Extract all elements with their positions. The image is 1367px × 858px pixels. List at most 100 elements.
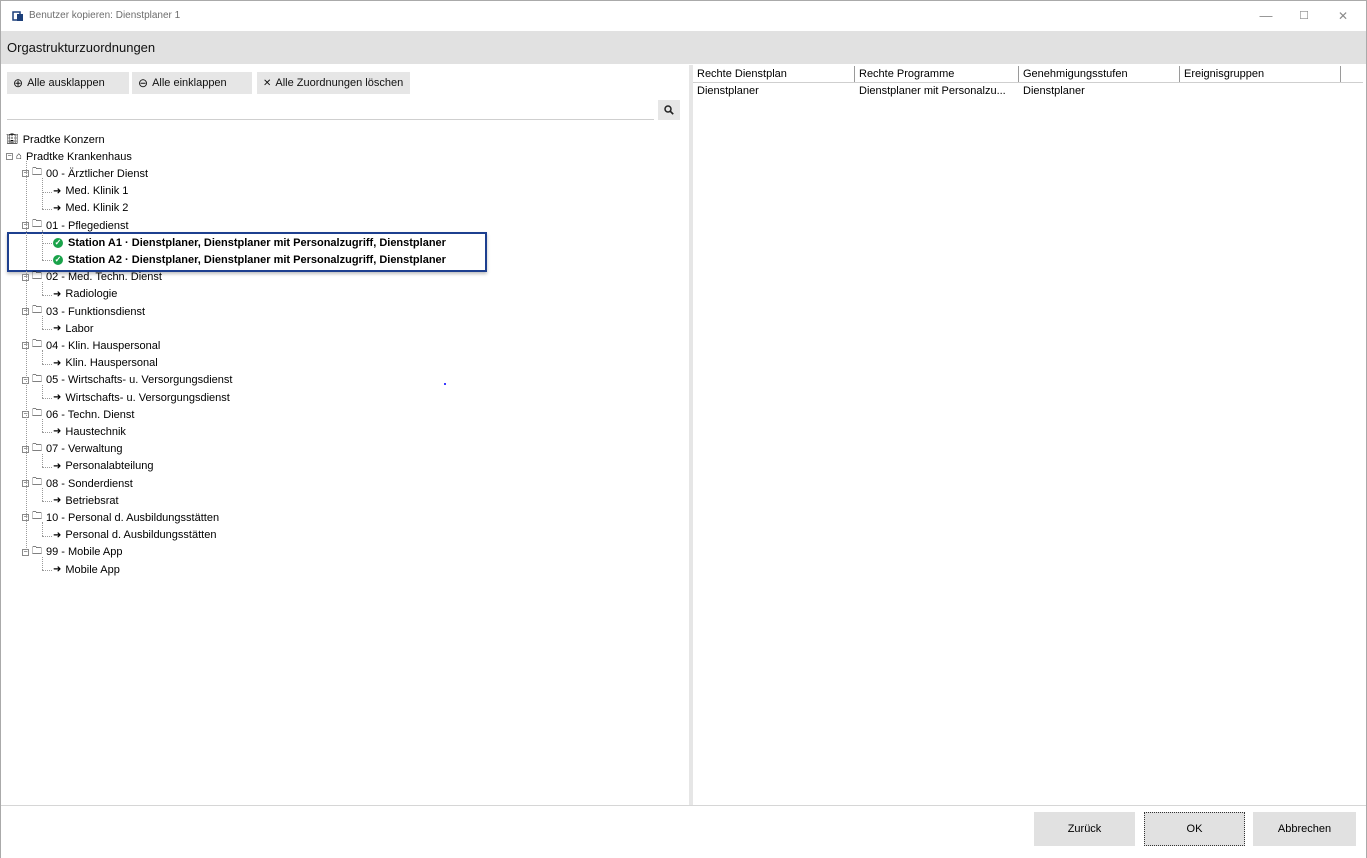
tree-node-group[interactable]: − 🗀︎ 00 - Ärztlicher Dienst [22,165,148,182]
tree-node-leaf[interactable]: ➜ Haustechnik [53,423,126,440]
arrow-right-icon: ➜ [53,392,62,403]
collapse-toggle[interactable]: − [6,153,13,161]
tree-node-group[interactable]: − 🗀︎ 05 - Wirtschafts- u. Versorgungsdiens… [22,372,232,389]
expand-all-label: Alle ausklappen [27,77,105,89]
tree-node-group[interactable]: − 🗀︎ 07 - Verwaltung [22,441,122,458]
table-cell: Dienstplaner [1023,85,1085,97]
col-ereignisgruppen[interactable]: Ereignisgruppen [1180,66,1341,82]
tree-connector [42,466,52,468]
folder-icon: 🗀︎ [32,511,42,523]
arrow-right-icon: ➜ [53,357,62,369]
tree-node-group[interactable]: − 🗀︎ 99 - Mobile App [22,544,122,561]
tree-node-leaf[interactable]: ➜ Med. Klinik 1 [53,183,128,200]
tree-node-label: Station A1 · Dienstplaner, Dienstplaner … [68,236,446,249]
tree-node-hospital[interactable]: − ⌂ Pradtke Krankenhaus [6,148,132,165]
arrow-right-icon: ➜ [53,323,62,335]
tree-node-leaf[interactable]: ✓ Station A2 · Dienstplaner, Dienstplaner… [53,251,446,268]
clear-assignments-label: Alle Zuordnungen löschen [275,77,404,89]
tree-connector [42,419,43,433]
tree-node-label: 04 - Klin. Hauspersonal [46,339,161,352]
tree-node-group[interactable]: − 🗀︎ 03 - Funktionsdienst [22,303,145,320]
section-title: Orgastrukturzuordnungen [7,40,156,55]
back-button[interactable]: Zurück [1034,812,1135,846]
tree-node-group[interactable]: − 🗀︎ 06 - Techn. Dienst [22,406,134,423]
tree-node-label: Radiologie [65,288,118,301]
rights-grid: Rechte Dienstplan Rechte Programme Geneh… [693,65,1366,805]
minimize-button[interactable]: — [1246,1,1286,31]
expand-all-button[interactable]: ⊕ Alle ausklappen [7,72,129,94]
maximize-button[interactable]: ☐ [1284,1,1324,31]
plus-circle-icon: ⊕ [13,76,24,90]
tree-node-leaf[interactable]: ➜ Labor [53,320,94,337]
tree-node-group[interactable]: − 🗀︎ 10 - Personal d. Ausbildungsstätten [22,509,219,526]
tree-node-leaf[interactable]: ➜ Personalabteilung [53,458,153,475]
tree-node-label: 00 - Ärztlicher Dienst [46,167,149,180]
close-button[interactable]: ✕ [1323,1,1363,31]
tree-node-label: Pradtke Konzern [22,133,105,146]
tree-connector [42,488,43,502]
tree-connector [42,281,43,295]
tree-node-leaf[interactable]: ➜ Klin. Hauspersonal [53,355,158,372]
tree-connector [42,294,52,296]
tree-node-label: 01 - Pflegedienst [46,219,129,232]
building-icon: 🏢︎ [6,134,19,145]
search-button[interactable] [658,100,680,120]
clear-assignments-button[interactable]: ✕ Alle Zuordnungen löschen [257,72,410,94]
tree-node-label: 99 - Mobile App [46,546,123,559]
collapse-all-button[interactable]: ⊖ Alle einklappen [132,72,252,94]
tree-node-label: 02 - Med. Techn. Dienst [46,271,162,284]
tree-connector [42,230,43,261]
tree-node-leaf[interactable]: ➜ Personal d. Ausbildungsstätten [53,527,216,544]
tree-node-label: 03 - Funktionsdienst [46,305,146,318]
grid-header: Rechte Dienstplan Rechte Programme Geneh… [693,66,1363,83]
tree-connector [42,243,52,245]
tree-node-leaf[interactable]: ➜ Mobile App [53,561,120,578]
col-rechte-programme[interactable]: Rechte Programme [855,66,1019,82]
collapse-toggle[interactable]: − [22,548,29,556]
folder-icon: 🗀︎ [32,219,42,230]
minus-circle-icon: ⊖ [138,76,149,90]
dialog-window: Benutzer kopieren: Dienstplaner 1 — ☐ ✕ … [0,0,1367,858]
check-icon: ✓ [53,237,63,248]
search-input[interactable] [7,119,654,120]
tree-node-label: 07 - Verwaltung [46,443,123,456]
tree-node-label: Personalabteilung [65,460,154,473]
ok-button[interactable]: OK [1144,812,1245,846]
tree-connector [42,363,52,365]
folder-icon: 🗀︎ [32,442,42,454]
tree-node-label: Pradtke Krankenhaus [26,150,132,163]
folder-icon: 🗀︎ [32,167,42,179]
tree-node-label: Labor [65,322,94,335]
tree-node-label: Station A2 · Dienstplaner, Dienstplaner … [68,253,446,266]
tree-node-group[interactable]: − 🗀︎ 01 - Pflegedienst [22,217,129,234]
folder-icon: 🗀︎ [32,305,42,316]
tree-node-root[interactable]: 🏢︎ Pradtke Konzern [6,131,105,148]
tree-connector [26,161,27,548]
col-genehmigungsstufen[interactable]: Genehmigungsstufen [1019,66,1180,82]
tree-connector [42,178,43,209]
section-header: Orgastrukturzuordnungen [1,31,1366,64]
tree-node-group[interactable]: − 🗀︎ 08 - Sonderdienst [22,475,133,492]
tree-connector [42,384,43,398]
cancel-button[interactable]: Abbrechen [1253,812,1356,846]
arrow-right-icon: ➜ [53,460,62,472]
tree-node-leaf[interactable]: ✓ Station A1 · Dienstplaner, Dienstplaner… [53,234,446,251]
arrow-right-icon: ➜ [53,529,62,541]
tree-connector [42,350,43,364]
home-icon: ⌂ [16,151,23,163]
tree-connector [42,329,52,331]
tree-node-leaf[interactable]: ➜ Betriebsrat [53,492,119,509]
tree-connector [42,398,52,399]
table-cell [1180,83,1341,99]
arrow-right-icon: ➜ [53,202,62,214]
window-title: Benutzer kopieren: Dienstplaner 1 [29,10,181,21]
tree-node-leaf[interactable]: ➜ Wirtschafts- u. Versorgungsdienst [53,389,230,406]
tree-connector [42,522,43,536]
tree-node-label: Personal d. Ausbildungsstätten [65,529,217,542]
title-bar: Benutzer kopieren: Dienstplaner 1 — ☐ ✕ [1,1,1366,31]
col-rechte-dienstplan[interactable]: Rechte Dienstplan [693,66,855,82]
tree-node-leaf[interactable]: ➜ Med. Klinik 2 [53,200,128,217]
tree-connector [42,260,52,262]
tree-node-label: 05 - Wirtschafts- u. Versorgungsdienst [46,374,233,387]
tree-node-leaf[interactable]: ➜ Radiologie [53,286,117,303]
